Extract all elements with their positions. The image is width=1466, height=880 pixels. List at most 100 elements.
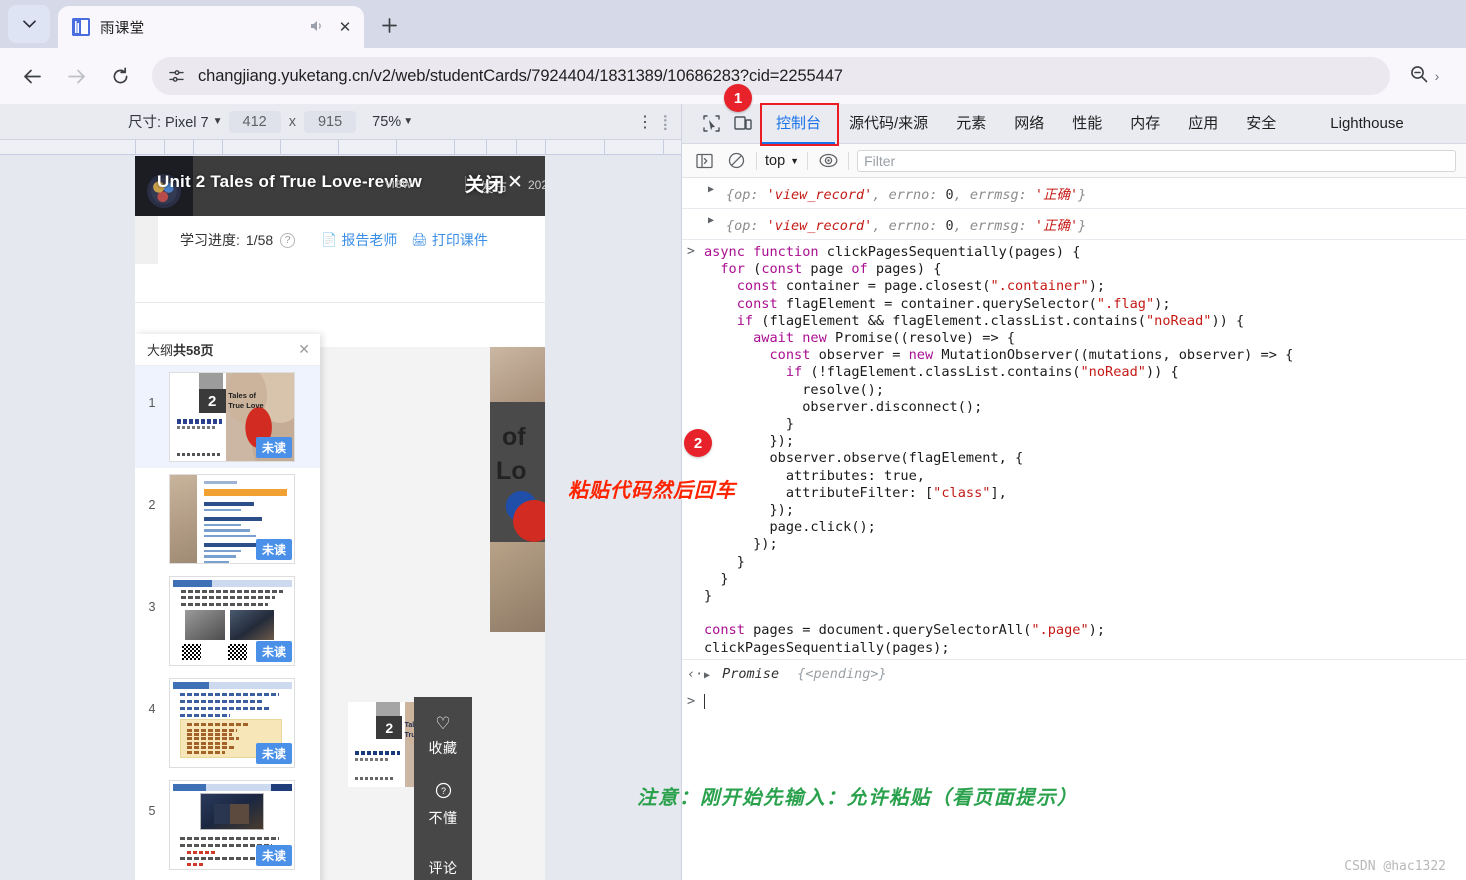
console-output[interactable]: ▶ {op: 'view_record', errno: 0, errmsg: … (682, 178, 1466, 880)
filter-input[interactable]: Filter (857, 149, 1456, 172)
action-rail-不懂[interactable]: ? 不懂 (414, 782, 472, 828)
device-times-label: x (288, 113, 296, 130)
forward-button[interactable] (56, 56, 96, 96)
devtools-tab-2[interactable]: 元素 (942, 104, 1000, 144)
outline-item[interactable]: 1 2 Tales of True Love 未读 (135, 366, 320, 468)
watermark: CSDN @hac1322 (1344, 859, 1446, 874)
course-header-subtitle: view (385, 176, 413, 191)
three-dots-vertical-icon[interactable]: ⋮ (637, 112, 653, 132)
close-x-icon[interactable]: ✕ (507, 171, 523, 194)
site-settings-icon[interactable] (162, 62, 190, 90)
sidebar-toggle-icon[interactable] (692, 149, 716, 173)
back-button[interactable] (12, 56, 52, 96)
unread-flag: 未读 (255, 845, 292, 866)
device-height-input[interactable]: 915 (303, 110, 357, 133)
heart-icon: ♡ (435, 714, 451, 733)
annotation-red-note: 粘贴代码然后回车 (568, 480, 736, 502)
zoom-out-icon[interactable] (1409, 64, 1429, 89)
chevron-right-icon[interactable]: › (1435, 68, 1440, 84)
action-rail-收藏[interactable]: ♡ 收藏 (414, 715, 472, 758)
device-zoom-caret[interactable]: ▼ (403, 116, 413, 127)
print-courseware-button[interactable]: 🖨 打印课件 (411, 230, 488, 250)
tab-search-button[interactable] (8, 5, 50, 43)
address-bar[interactable]: changjiang.yuketang.cn/v2/web/studentCar… (152, 57, 1390, 95)
heart-graphic (505, 489, 545, 547)
live-expression-icon[interactable] (816, 149, 840, 173)
chevron-down-icon (22, 20, 36, 28)
outline-item-number: 2 (148, 498, 156, 512)
report-teacher-label: 报告老师 (341, 232, 398, 248)
close-icon[interactable]: ✕ (298, 341, 310, 358)
log-entry-text: {op: 'view_record', errno: 0, errmsg: '正… (726, 187, 1087, 203)
devtools-tab-1[interactable]: 源代码/来源 (835, 104, 942, 144)
devtools-tab-8[interactable]: Lighthouse (1316, 104, 1417, 144)
clear-console-icon[interactable] (724, 149, 748, 173)
outline-item[interactable]: 2 未读 (135, 468, 320, 570)
device-zoom-select[interactable]: 75% (362, 114, 403, 130)
back-arrow-icon (23, 69, 41, 83)
outline-item-thumbnail[interactable]: 未读 (169, 576, 295, 666)
cover-unit-number: 2 (376, 716, 403, 740)
triangle-right-icon[interactable]: ▶ (708, 184, 714, 195)
publish-date: 202 (528, 178, 545, 192)
outline-item[interactable]: 5 未读 (135, 774, 320, 876)
console-input-line[interactable]: > (682, 688, 1466, 716)
floating-action-rail[interactable]: ♡ 收藏 ? 不懂评论(0) (414, 697, 472, 880)
console-prompt: > (687, 692, 696, 709)
triangle-right-icon[interactable]: ▶ (708, 215, 714, 226)
printer-icon: 🖨 (411, 232, 428, 247)
outline-item-number: 1 (148, 396, 156, 410)
device-size-select[interactable]: 尺寸: Pixel 7 (118, 111, 219, 132)
action-rail-label: 评论 (428, 860, 458, 876)
outline-item-thumbnail[interactable]: 未读 (169, 474, 295, 564)
close-label[interactable]: 关闭 (465, 170, 505, 197)
browser-tab[interactable]: 雨课堂 ✕ (58, 6, 364, 48)
unread-flag: 未读 (255, 539, 292, 560)
tab-title: 雨课堂 (100, 20, 145, 37)
slide-word-of: of (502, 423, 526, 451)
unread-flag: 未读 (255, 743, 292, 764)
outline-item[interactable]: 4 未读 (135, 672, 320, 774)
close-icon[interactable]: ✕ (334, 18, 356, 36)
devtools-tab-bar: 控制台 源代码/来源 元素 网络 性能 内存 应用 安全 Lighthouse (682, 104, 1466, 144)
result-state: {<pending>} (797, 665, 887, 682)
console-result[interactable]: ‹· ▶ Promise {<pending>} (682, 658, 1466, 688)
devtools-tab-5[interactable]: 内存 (1116, 104, 1174, 144)
outline-item[interactable]: 6 (135, 876, 320, 880)
outline-item-number: 3 (148, 600, 156, 614)
outline-panel[interactable]: 大纲 共58页 ✕ 1 2 Tales of True Love 未读 2 未读 3 未… (135, 334, 320, 880)
return-arrow-icon: ‹· (687, 665, 704, 682)
slide-top-spacer (320, 334, 545, 347)
outline-list[interactable]: 1 2Tales ofTrue Love 未读2 未读3 未读4 未读5 未读6 (135, 366, 320, 880)
reload-button[interactable] (100, 56, 140, 96)
result-value: Promise (722, 665, 780, 682)
new-tab-button[interactable] (374, 10, 404, 40)
triangle-right-icon[interactable]: ▶ (704, 670, 710, 681)
outline-item-thumbnail[interactable]: 2 Tales of True Love 未读 (169, 372, 295, 462)
console-log-entry[interactable]: ▶ {op: 'view_record', errno: 0, errmsg: … (682, 178, 1466, 209)
console-log-entry[interactable]: ▶ {op: 'view_record', errno: 0, errmsg: … (682, 209, 1466, 240)
omnibox-actions: › (1394, 64, 1454, 89)
emulated-viewport[interactable]: Unit 2 Tales of True Love-review view 发布… (135, 156, 545, 880)
outline-item-thumbnail[interactable]: 未读 (169, 678, 295, 768)
outline-item-thumbnail[interactable]: 未读 (169, 780, 295, 870)
device-size-caret[interactable]: ▼ (213, 116, 223, 127)
console-input-code[interactable]: > async function clickPagesSequentially(… (682, 240, 1466, 659)
device-width-input[interactable]: 412 (228, 110, 281, 133)
devtools-tab-6[interactable]: 应用 (1174, 104, 1232, 144)
drag-grip-icon[interactable]: ⡇ (662, 113, 673, 131)
context-selector[interactable]: top ▼ (765, 153, 799, 169)
devtools-tab-4[interactable]: 性能 (1058, 104, 1116, 144)
devtools-tab-0[interactable]: 控制台 (762, 104, 836, 144)
device-emulation-pane: 尺寸: Pixel 7 ▼ 412 x 915 75% ▼ ⋮ ⡇ Unit 2… (0, 104, 736, 880)
action-rail-评论[interactable]: 评论(0) (414, 852, 472, 880)
speaker-icon[interactable] (309, 19, 324, 36)
outline-item[interactable]: 3 未读 (135, 570, 320, 672)
device-toolbar-icon[interactable] (730, 111, 756, 137)
devtools-tab-7[interactable]: 安全 (1232, 104, 1290, 144)
cover-cn-line-2 (355, 758, 391, 762)
devtools-tab-3[interactable]: 网络 (1000, 104, 1058, 144)
question-circle-icon[interactable]: ? (280, 232, 296, 248)
inspect-cursor-icon[interactable] (698, 111, 724, 137)
report-teacher-button[interactable]: 📄 报告老师 (321, 230, 397, 250)
